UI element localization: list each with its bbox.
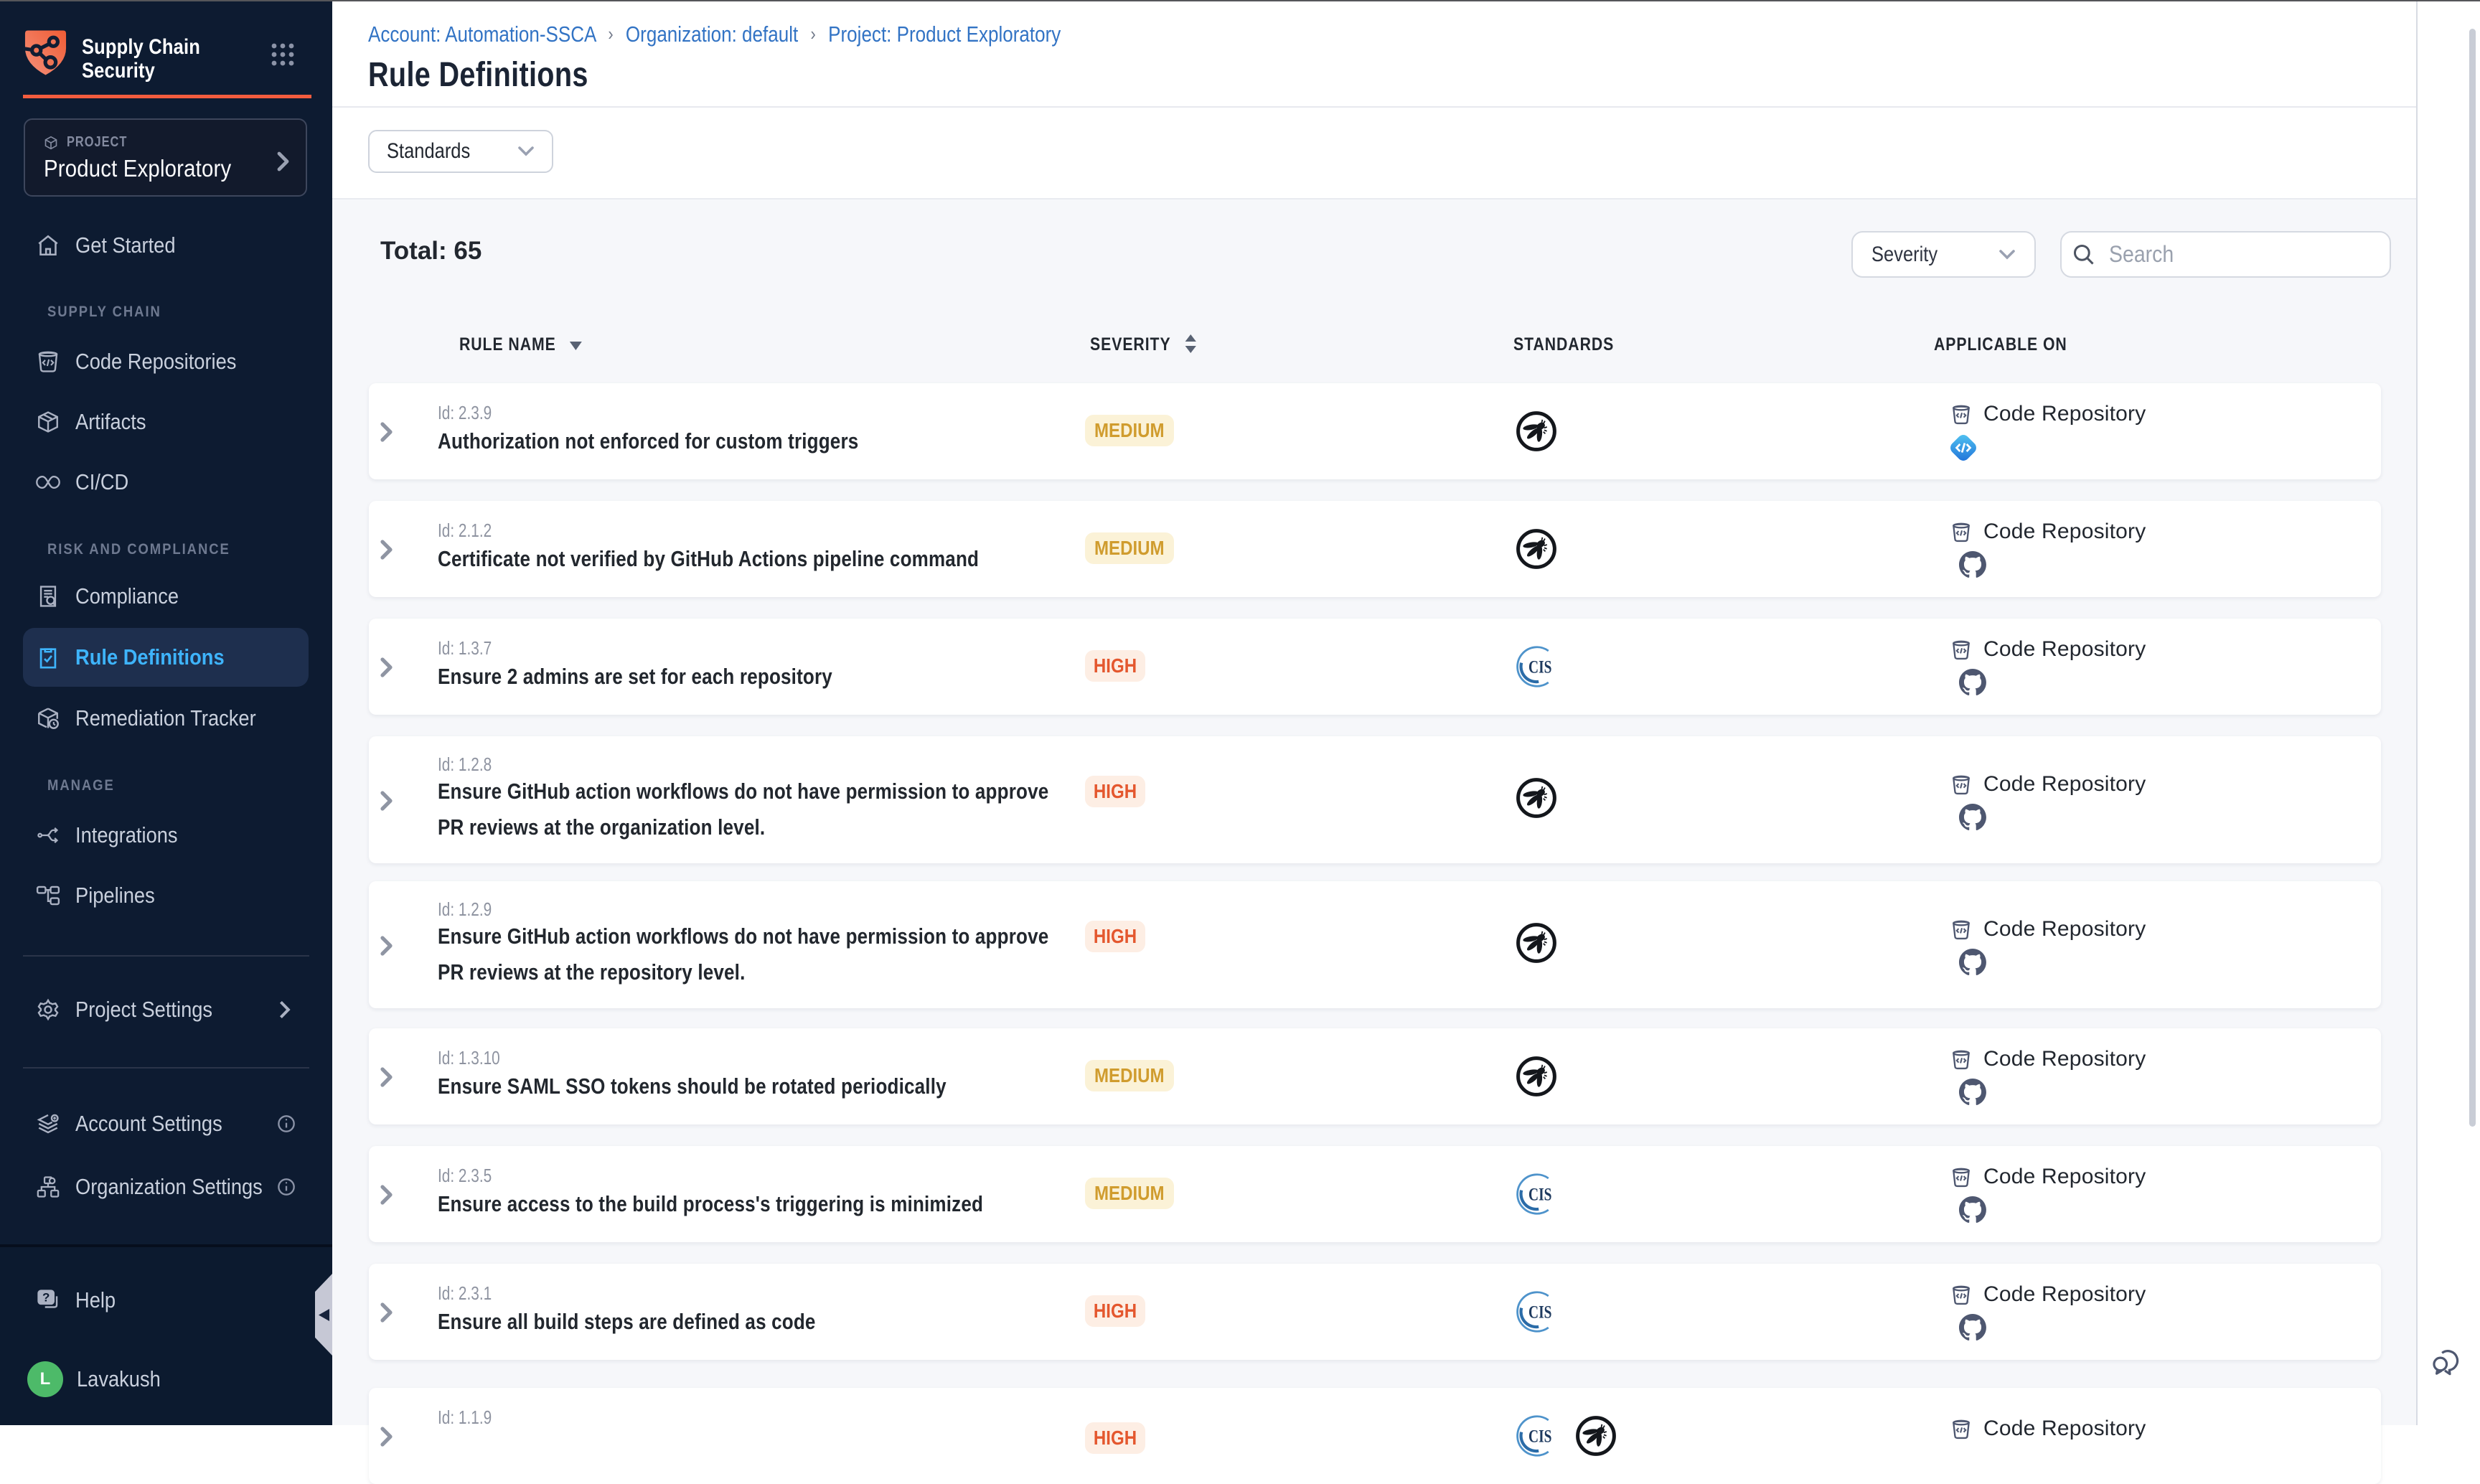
svg-text:?: ? (42, 1290, 50, 1304)
